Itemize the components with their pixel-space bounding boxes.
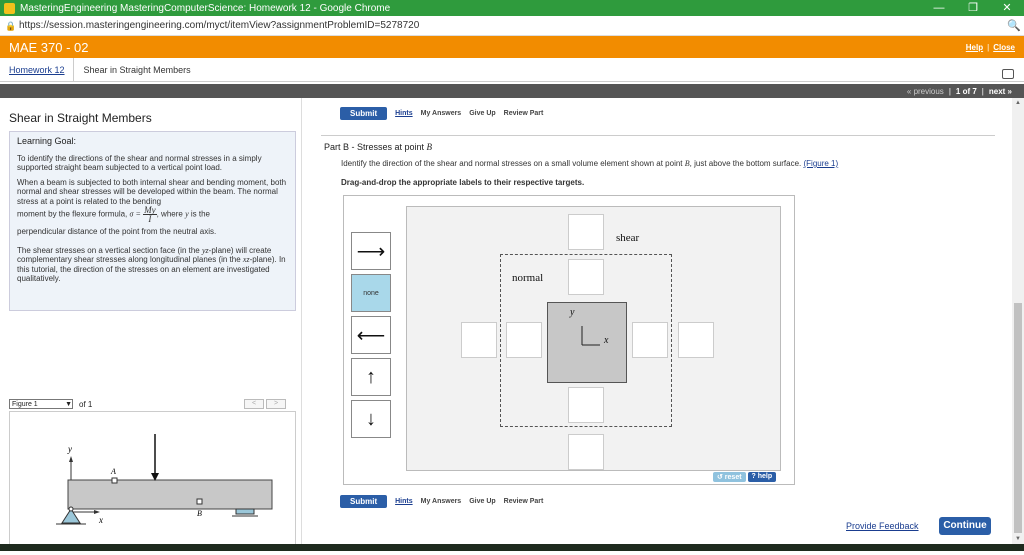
window-title: MasteringEngineering MasteringComputerSc… xyxy=(20,2,391,14)
stress-element xyxy=(547,302,627,383)
prev-figure-button[interactable]: < xyxy=(244,399,264,409)
submit-button-bottom[interactable]: Submit xyxy=(340,495,388,508)
minimize-button[interactable]: — xyxy=(922,0,956,16)
item-title: Shear in Straight Members xyxy=(9,111,152,125)
intro-panel: Shear in Straight Members Learning Goal:… xyxy=(0,98,302,551)
point-a-label: A xyxy=(110,467,116,476)
help-link[interactable]: Help xyxy=(966,43,983,52)
help-button[interactable]: ? help xyxy=(747,472,777,482)
breadcrumb-item: Shear in Straight Members xyxy=(83,64,191,75)
next-link[interactable]: next » xyxy=(989,87,1012,96)
dropdown-arrow-icon: ▼ xyxy=(65,400,72,408)
drop-target-left-normal[interactable] xyxy=(461,322,497,358)
item-navigation: « previous | 1 of 7 | next » xyxy=(0,84,1024,98)
goal-paragraph-1: To identify the directions of the shear … xyxy=(17,153,262,173)
close-window-button[interactable]: ✕ xyxy=(990,0,1024,16)
lock-icon: 🔒 xyxy=(5,20,17,31)
hints-link-bottom[interactable]: Hints xyxy=(395,498,413,505)
divider xyxy=(321,135,995,136)
figure-link[interactable]: (Figure 1) xyxy=(803,159,838,168)
submit-button[interactable]: Submit xyxy=(340,107,388,120)
hints-link[interactable]: Hints xyxy=(395,110,413,117)
point-b-label: B xyxy=(197,509,202,518)
figure-count: of 1 xyxy=(79,399,93,409)
learning-goal-title: Learning Goal: xyxy=(17,136,77,146)
flexure-fraction: My I xyxy=(143,205,157,224)
workspace-actions: ↺ reset ? help xyxy=(713,472,777,482)
goal-paragraph-2: When a beam is subjected to both interna… xyxy=(17,177,287,206)
shear-label: shear xyxy=(616,232,640,244)
provide-feedback-link[interactable]: Provide Feedback xyxy=(846,521,919,531)
drop-target-top-shear[interactable] xyxy=(568,214,604,250)
previous-link[interactable]: « previous xyxy=(907,87,944,96)
x-axis-label: x xyxy=(98,515,103,525)
address-bar[interactable]: 🔒 https://session.masteringengineering.c… xyxy=(0,16,1024,36)
link-divider: | xyxy=(987,42,990,52)
reset-button[interactable]: ↺ reset xyxy=(713,472,746,482)
learning-goal: Learning Goal: To identify the direction… xyxy=(9,131,296,311)
goal-paragraph-3: moment by the flexure formula, σ = My I, … xyxy=(17,205,210,224)
url-text[interactable]: https://session.masteringengineering.com… xyxy=(19,20,1004,31)
course-bar: MAE 370 - 02 Help | Close xyxy=(0,36,1024,58)
give-up-link-bottom[interactable]: Give Up xyxy=(469,498,495,505)
goal-paragraph-4: perpendicular distance of the point from… xyxy=(17,227,217,236)
breadcrumb: Homework 12 Shear in Straight Members xyxy=(0,57,1024,82)
goal-paragraph-5: The shear stresses on a vertical section… xyxy=(17,245,286,284)
scroll-up-icon[interactable]: ▲ xyxy=(1012,100,1024,106)
drop-target-left-shear[interactable] xyxy=(506,322,542,358)
drop-target-right-normal[interactable] xyxy=(678,322,714,358)
normal-label: normal xyxy=(512,272,544,284)
homework-link[interactable]: Homework 12 xyxy=(0,65,73,75)
y-axis-label: y xyxy=(67,444,72,454)
my-answers-link-bottom[interactable]: My Answers xyxy=(421,498,462,505)
drop-target-bottom-shear[interactable] xyxy=(568,434,604,470)
close-link[interactable]: Close xyxy=(993,43,1015,52)
answer-toolbar-top: Submit Hints My Answers Give Up Review P… xyxy=(340,107,543,120)
arrow-down-tile[interactable]: ↓ xyxy=(351,400,391,438)
review-part-link-bottom[interactable]: Review Part xyxy=(504,498,544,505)
app-icon xyxy=(4,2,15,14)
next-figure-button[interactable]: > xyxy=(266,399,286,409)
drag-instruction: Drag-and-drop the appropriate labels to … xyxy=(341,178,585,187)
none-tile[interactable]: none xyxy=(351,274,391,312)
arrow-up-tile[interactable]: ↑ xyxy=(351,358,391,396)
arrow-right-tile[interactable]: ⟶ xyxy=(351,232,391,270)
item-position: 1 of 7 xyxy=(955,86,977,96)
label-palette: ⟶ none ⟵ ↑ ↓ xyxy=(351,232,393,442)
continue-button[interactable]: Continue xyxy=(939,517,991,535)
figure-select[interactable]: Figure 1 ▼ xyxy=(9,399,73,409)
figure-controls: Figure 1 ▼ of 1 < > xyxy=(9,398,296,410)
scrollbar-thumb[interactable] xyxy=(1014,303,1022,533)
vertical-scrollbar[interactable]: ▲ ▼ xyxy=(1012,98,1024,546)
part-instruction: Identify the direction of the shear and … xyxy=(341,159,839,168)
question-panel: Submit Hints My Answers Give Up Review P… xyxy=(303,98,1012,551)
taskbar xyxy=(0,544,1024,551)
beam-diagram: y x A B xyxy=(56,434,273,525)
element-axes xyxy=(581,326,600,346)
element-x-axis: x xyxy=(604,335,609,346)
review-part-link[interactable]: Review Part xyxy=(504,110,544,117)
give-up-link[interactable]: Give Up xyxy=(469,110,495,117)
drag-drop-workspace: ⟶ none ⟵ ↑ ↓ shear normal y x ↺ reset ? … xyxy=(343,195,795,485)
search-icon[interactable]: 🔍 xyxy=(1004,19,1024,32)
nav-divider: | xyxy=(981,86,984,96)
print-icon[interactable] xyxy=(1002,68,1014,79)
sigma-symbol: σ = xyxy=(129,209,141,219)
scroll-down-icon[interactable]: ▼ xyxy=(1012,536,1024,542)
course-title: MAE 370 - 02 xyxy=(9,39,89,55)
restore-button[interactable]: ❐ xyxy=(956,0,990,16)
window-titlebar: MasteringEngineering MasteringComputerSc… xyxy=(0,0,1024,16)
arrow-left-tile[interactable]: ⟵ xyxy=(351,316,391,354)
beam-figure: y x A B xyxy=(9,411,296,551)
drop-target-bottom-normal[interactable] xyxy=(568,387,604,423)
drop-target-top-normal[interactable] xyxy=(568,259,604,295)
target-area: shear normal y x xyxy=(406,206,781,471)
my-answers-link[interactable]: My Answers xyxy=(421,110,462,117)
drop-target-right-shear[interactable] xyxy=(632,322,668,358)
part-title: Part B - Stresses at point B xyxy=(324,142,433,152)
element-y-axis: y xyxy=(570,307,575,318)
nav-divider: | xyxy=(948,86,951,96)
answer-toolbar-bottom: Submit Hints My Answers Give Up Review P… xyxy=(340,495,543,508)
